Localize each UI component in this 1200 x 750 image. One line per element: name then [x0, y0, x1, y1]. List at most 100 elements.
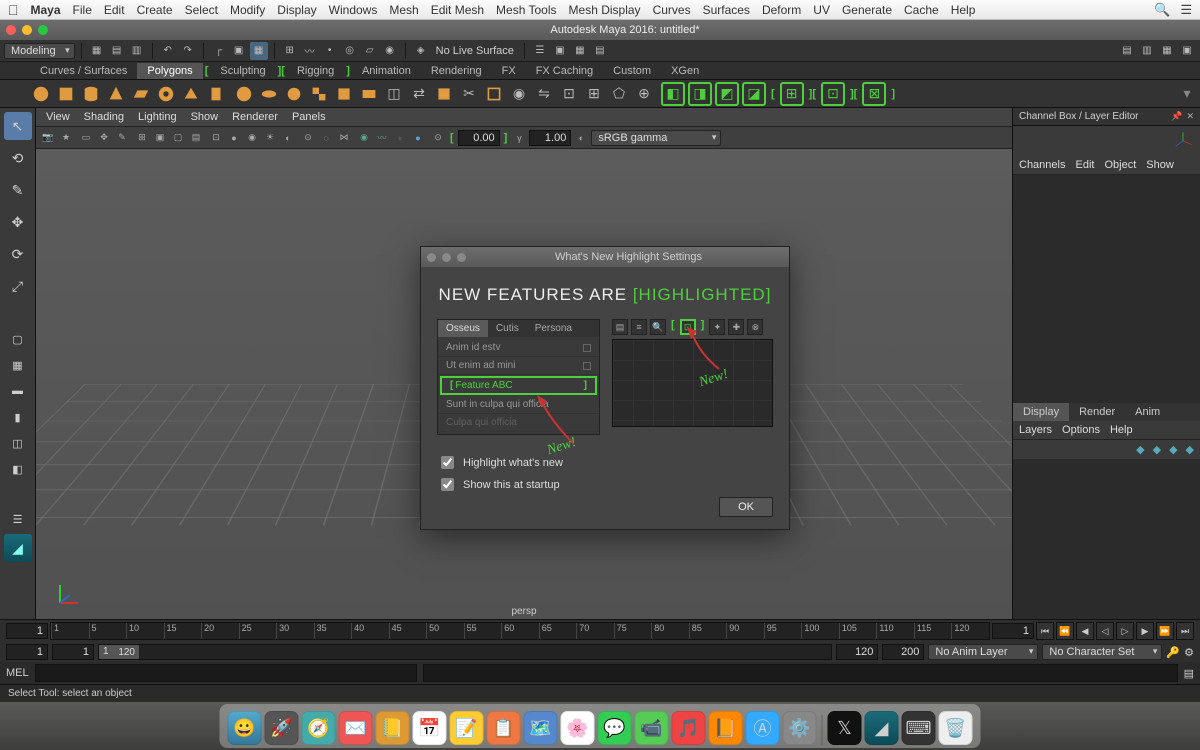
go-to-start-icon[interactable]: ⏮: [1036, 622, 1054, 640]
layout-two-v-icon[interactable]: ▮: [7, 406, 29, 428]
tab-render[interactable]: Render: [1069, 403, 1125, 421]
select-tool-icon[interactable]: ↖: [4, 112, 32, 140]
le-menu-layers[interactable]: Layers: [1019, 424, 1052, 436]
layout-single-icon[interactable]: ▢: [7, 328, 29, 350]
vp-textured-icon[interactable]: ◉: [244, 130, 260, 146]
separate-icon[interactable]: [333, 83, 355, 105]
timeline-start-field[interactable]: [6, 623, 48, 639]
vp-lights-icon[interactable]: ☀: [262, 130, 278, 146]
cb-menu-show[interactable]: Show: [1146, 159, 1174, 171]
poly-cone-icon[interactable]: [105, 83, 127, 105]
range-end-inner-field[interactable]: [836, 644, 878, 660]
new-feature-5-icon[interactable]: ⊞: [780, 82, 804, 106]
demo-icon[interactable]: ✦: [709, 319, 725, 335]
auto-key-icon[interactable]: 🔑: [1166, 646, 1180, 659]
vp-shadows-icon[interactable]: ◐: [280, 130, 296, 146]
multi-cut-icon[interactable]: ✂: [458, 83, 480, 105]
new-layer-icon[interactable]: ◆: [1136, 443, 1144, 456]
app-name[interactable]: Maya: [31, 3, 61, 17]
toggle-channel-box-icon[interactable]: ▥: [1138, 42, 1156, 60]
snap-plane-icon[interactable]: ▱: [361, 42, 379, 60]
vp-smooth-shade-icon[interactable]: ●: [226, 130, 242, 146]
vp-exposure-field[interactable]: [458, 130, 500, 146]
vp-xray-joints-icon[interactable]: ⋈: [336, 130, 352, 146]
anim-layer-dropdown[interactable]: No Anim Layer: [928, 644, 1038, 660]
poly-sphere-icon[interactable]: [30, 83, 52, 105]
extrude-icon[interactable]: ◫: [383, 83, 405, 105]
script-editor-icon[interactable]: ▤: [1184, 667, 1194, 680]
vp-menu-shading[interactable]: Shading: [84, 111, 124, 123]
demo-icon[interactable]: ▤: [612, 319, 628, 335]
poly-pipe-icon[interactable]: [205, 83, 227, 105]
vp-menu-show[interactable]: Show: [191, 111, 219, 123]
zoom-icon[interactable]: [38, 25, 48, 35]
save-scene-icon[interactable]: ▥: [128, 42, 146, 60]
menu-extras-icon[interactable]: ☰: [1180, 2, 1192, 18]
history-toggle-icon[interactable]: ☰: [531, 42, 549, 60]
select-by-object-icon[interactable]: ▣: [230, 42, 248, 60]
move-tool-icon[interactable]: ✥: [4, 208, 32, 236]
open-scene-icon[interactable]: ▤: [108, 42, 126, 60]
menu-deform[interactable]: Deform: [762, 3, 801, 17]
menu-surfaces[interactable]: Surfaces: [703, 3, 750, 17]
vp-image-plane-icon[interactable]: ▭: [78, 130, 94, 146]
launchpad-icon[interactable]: 🚀: [265, 711, 299, 745]
menu-mesh-tools[interactable]: Mesh Tools: [496, 3, 556, 17]
range-end-field[interactable]: [882, 644, 924, 660]
bridge-icon[interactable]: ⇄: [408, 83, 430, 105]
vp-gamma-field[interactable]: [529, 130, 571, 146]
checkbox-input[interactable]: [441, 456, 454, 469]
poly-pyramid-icon[interactable]: [180, 83, 202, 105]
new-feature-1-icon[interactable]: ◧: [661, 82, 685, 106]
insert-edge-loop-icon[interactable]: [483, 83, 505, 105]
menu-file[interactable]: File: [73, 3, 92, 17]
step-forward-key-icon[interactable]: ⏩: [1156, 622, 1174, 640]
play-forward-icon[interactable]: ▷: [1116, 622, 1134, 640]
poly-disc-icon[interactable]: [258, 83, 280, 105]
range-start-inner-field[interactable]: [52, 644, 94, 660]
layout-graph-icon[interactable]: ◧: [7, 458, 29, 480]
vp-resolution-gate-icon[interactable]: ▢: [170, 130, 186, 146]
poly-platonic-icon[interactable]: [233, 83, 255, 105]
shelf-tab-custom[interactable]: Custom: [603, 63, 661, 79]
finder-icon[interactable]: 😀: [228, 711, 262, 745]
maps-icon[interactable]: 🗺️: [524, 711, 558, 745]
toggle-modeling-toolkit-icon[interactable]: ▣: [1178, 42, 1196, 60]
character-set-dropdown[interactable]: No Character Set: [1042, 644, 1162, 660]
demo-icon-highlighted[interactable]: ⊡: [680, 319, 696, 335]
step-back-icon[interactable]: ◀: [1076, 622, 1094, 640]
tab-display[interactable]: Display: [1013, 403, 1069, 421]
quad-draw-icon[interactable]: ⊞: [583, 83, 605, 105]
demo-icon[interactable]: ✚: [728, 319, 744, 335]
range-slider[interactable]: 1120: [98, 644, 832, 660]
redo-icon[interactable]: ↷: [179, 42, 197, 60]
new-feature-6-icon[interactable]: ⊡: [821, 82, 845, 106]
snap-point-icon[interactable]: •: [321, 42, 339, 60]
shelf-tab-fx[interactable]: FX: [492, 63, 526, 79]
menu-edit-mesh[interactable]: Edit Mesh: [431, 3, 484, 17]
spotlight-icon[interactable]: 🔍: [1154, 2, 1170, 18]
range-handle[interactable]: 1120: [99, 645, 139, 659]
demo-row[interactable]: Anim id estv: [438, 339, 599, 357]
layout-four-icon[interactable]: ▦: [7, 354, 29, 376]
tab-anim[interactable]: Anim: [1125, 403, 1170, 421]
shelf-options-icon[interactable]: ▾: [1176, 83, 1198, 105]
timeline-current-field[interactable]: [992, 623, 1034, 639]
render-icon[interactable]: ▣: [551, 42, 569, 60]
preferences-icon[interactable]: ⚙️: [783, 711, 817, 745]
poly-torus-icon[interactable]: [155, 83, 177, 105]
menu-uv[interactable]: UV: [813, 3, 830, 17]
le-menu-help[interactable]: Help: [1110, 424, 1133, 436]
render-settings-icon[interactable]: ▤: [591, 42, 609, 60]
dialog-title-bar[interactable]: What's New Highlight Settings: [421, 247, 789, 267]
shelf-tab-sculpting[interactable]: Sculpting: [210, 63, 275, 79]
menu-curves[interactable]: Curves: [653, 3, 691, 17]
demo-tab-1[interactable]: Cutis: [488, 320, 527, 337]
outliner-icon[interactable]: ☰: [7, 508, 29, 530]
terminal-icon[interactable]: ⌨: [902, 711, 936, 745]
notes-icon[interactable]: 📝: [450, 711, 484, 745]
vp-isolate-icon[interactable]: ⊙: [300, 130, 316, 146]
safari-icon[interactable]: 🧭: [302, 711, 336, 745]
ibooks-icon[interactable]: 📙: [709, 711, 743, 745]
layout-three-icon[interactable]: ◫: [7, 432, 29, 454]
